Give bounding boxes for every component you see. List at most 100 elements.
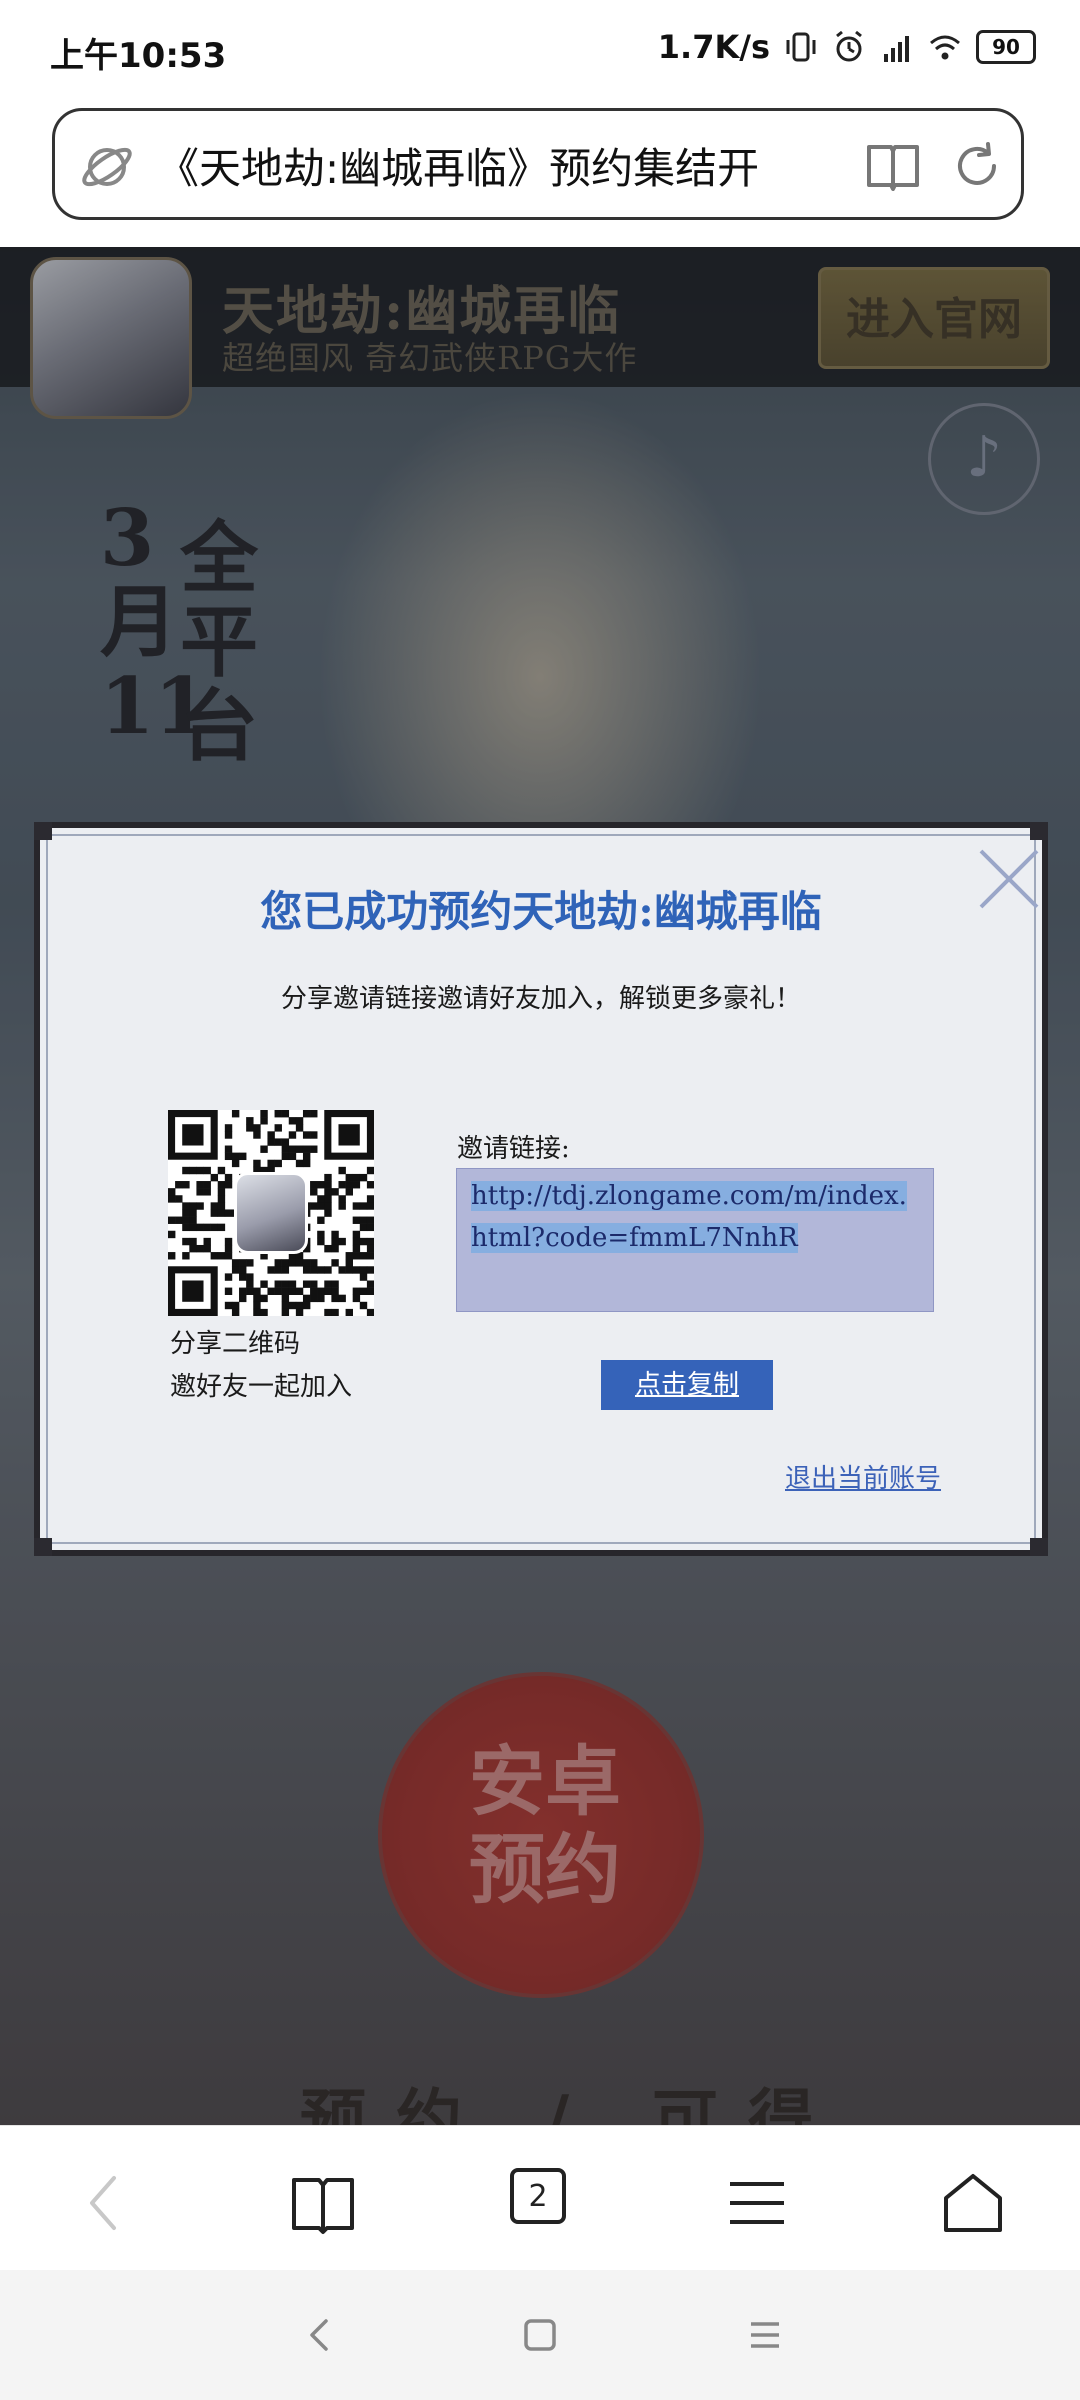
- qr-module: [302, 1145, 311, 1153]
- qr-module: [310, 1188, 318, 1196]
- qr-module: [366, 1280, 375, 1288]
- qr-module: [253, 1159, 261, 1168]
- invite-link-box[interactable]: http://tdj.zlongame.com/m/index.html?cod…: [456, 1168, 934, 1312]
- qr-module: [267, 1138, 275, 1146]
- qr-module: [352, 1287, 361, 1295]
- qr-module: [274, 1287, 282, 1295]
- qr-module: [217, 1181, 226, 1189]
- qr-module: [352, 1181, 361, 1189]
- alarm-icon: [836, 30, 862, 62]
- qr-module: [267, 1131, 275, 1139]
- modal-title: 您已成功预约天地劫:幽城再临: [260, 887, 822, 936]
- qr-module: [302, 1259, 311, 1267]
- qr-module: [295, 1117, 304, 1125]
- qr-module: [189, 1223, 197, 1232]
- qr-module: [331, 1308, 339, 1317]
- qr-module: [203, 1188, 211, 1196]
- qr-module: [317, 1237, 325, 1246]
- system-navigation-bar: [0, 2270, 1080, 2400]
- qr-module: [182, 1181, 190, 1189]
- qr-module: [338, 1202, 346, 1210]
- qr-module: [253, 1124, 261, 1132]
- qr-module: [366, 1181, 375, 1189]
- qr-module: [224, 1244, 233, 1253]
- invite-link-text[interactable]: http://tdj.zlongame.com/m/index.html?cod…: [471, 1181, 907, 1253]
- qr-module: [281, 1152, 290, 1161]
- tab-count: 2: [510, 2168, 566, 2224]
- qr-module: [366, 1244, 375, 1253]
- qr-module: [338, 1266, 346, 1274]
- qr-module: [366, 1252, 375, 1260]
- system-home-icon[interactable]: [520, 2315, 560, 2355]
- qr-module: [345, 1266, 353, 1274]
- status-time: 上午10:53: [50, 36, 227, 76]
- address-bar[interactable]: 《天地劫:幽城再临》预约集结开: [52, 108, 1024, 220]
- qr-module: [253, 1287, 261, 1295]
- battery-icon: 90: [976, 30, 1036, 64]
- qr-module: [331, 1259, 339, 1267]
- back-icon[interactable]: [70, 2168, 140, 2238]
- qr-module: [310, 1266, 318, 1274]
- qr-module: [203, 1237, 211, 1246]
- qr-module: [295, 1308, 304, 1317]
- qr-module: [217, 1209, 226, 1217]
- qr-module: [224, 1124, 233, 1132]
- qr-module: [196, 1223, 204, 1232]
- qr-module: [310, 1294, 318, 1303]
- qr-module: [295, 1145, 304, 1153]
- invite-link-text-wrapper: http://tdj.zlongame.com/m/index.html?cod…: [471, 1175, 923, 1259]
- qr-module: [168, 1188, 176, 1196]
- qr-module: [182, 1209, 190, 1217]
- qr-module: [196, 1244, 204, 1253]
- qr-module: [288, 1287, 297, 1295]
- qr-module: [210, 1209, 219, 1217]
- qr-module: [359, 1273, 368, 1281]
- url-text[interactable]: 《天地劫:幽城再临》预约集结开: [157, 135, 847, 195]
- qr-module: [324, 1308, 332, 1317]
- qr-module: [317, 1266, 325, 1274]
- qr-module: [189, 1209, 197, 1217]
- qr-module: [246, 1273, 254, 1281]
- qr-module: [302, 1131, 311, 1139]
- reader-mode-icon[interactable]: [865, 141, 921, 191]
- bookmarks-icon[interactable]: [288, 2168, 358, 2238]
- qr-module: [288, 1152, 297, 1161]
- system-back-icon[interactable]: [300, 2315, 340, 2355]
- qr-avatar: [234, 1172, 308, 1254]
- qr-module: [260, 1308, 268, 1317]
- qr-module: [338, 1294, 346, 1303]
- qr-module: [246, 1117, 254, 1125]
- logout-link[interactable]: 退出当前账号: [785, 1458, 941, 1495]
- modal-corner: [1030, 822, 1048, 840]
- qr-module: [338, 1181, 346, 1189]
- qr-module: [324, 1181, 332, 1189]
- qr-module: [324, 1202, 332, 1210]
- qr-module: [324, 1266, 332, 1274]
- tabs-icon[interactable]: 2: [510, 2168, 580, 2238]
- qr-module: [310, 1259, 318, 1267]
- qr-module: [324, 1188, 332, 1196]
- qr-module: [310, 1110, 318, 1118]
- qr-module: [175, 1195, 183, 1203]
- qr-module: [324, 1195, 332, 1203]
- copy-link-button[interactable]: 点击复制: [601, 1360, 773, 1410]
- qr-module: [345, 1173, 353, 1182]
- qr-module: [182, 1202, 190, 1210]
- qr-label-line1: 分享二维码: [170, 1329, 301, 1359]
- qr-module: [203, 1166, 211, 1175]
- qr-module: [231, 1159, 240, 1168]
- qr-module: [224, 1173, 233, 1182]
- menu-icon[interactable]: [722, 2168, 792, 2238]
- qr-module: [295, 1287, 304, 1295]
- system-recents-icon[interactable]: [745, 2315, 785, 2355]
- qr-module: [182, 1223, 190, 1232]
- qr-module: [224, 1152, 233, 1161]
- qr-module: [366, 1266, 375, 1274]
- qr-module: [260, 1145, 268, 1153]
- home-icon[interactable]: [938, 2168, 1008, 2238]
- url-fade: [775, 111, 855, 217]
- qr-module: [281, 1294, 290, 1303]
- qr-module: [189, 1202, 197, 1210]
- reload-icon[interactable]: [950, 139, 1004, 193]
- qr-module: [288, 1117, 297, 1125]
